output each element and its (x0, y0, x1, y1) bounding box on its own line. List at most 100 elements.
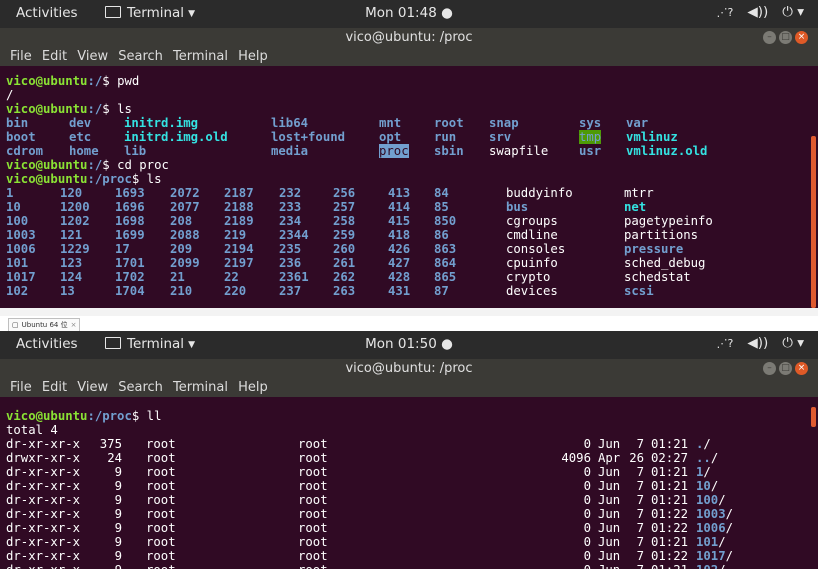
prompt-path: :/ (87, 102, 103, 116)
menu-view[interactable]: View (77, 380, 108, 395)
file-owner: root (146, 437, 176, 451)
prompt-path: :/ (87, 158, 103, 172)
file-name: 100/ (696, 493, 726, 507)
menu-file[interactable]: File (10, 49, 32, 64)
clock-label: Mon 01:48 (365, 5, 437, 21)
ls-entry: lib64 (271, 116, 309, 130)
link-count: 375 (99, 437, 122, 451)
file-permissions: dr-xr-xr-x (6, 437, 81, 451)
ls-entry: 2194 (224, 242, 254, 256)
ls-entry: 2361 (279, 270, 309, 284)
file-owner: root (146, 521, 176, 535)
terminal-output[interactable]: vico@ubuntu:/$ pwd / vico@ubuntu:/$ ls bin d… (0, 66, 818, 308)
file-permissions: dr-xr-xr-x (6, 535, 81, 549)
scrollbar[interactable] (811, 407, 816, 427)
ls-entry: 1003 (6, 228, 36, 242)
minimize-button[interactable]: – (763, 362, 776, 375)
prompt-user: vico@ubuntu (6, 158, 88, 172)
menu-terminal[interactable]: Terminal (173, 380, 228, 395)
file-month: Jun (598, 479, 621, 493)
link-count: 9 (92, 563, 122, 569)
ls-entry: 219 (224, 228, 247, 242)
menu-edit[interactable]: Edit (42, 380, 67, 395)
system-tray[interactable]: ⋰? ◀︎)) ⏻ ▾ (716, 4, 804, 20)
ls-entry: schedstat (624, 270, 691, 284)
file-name-base: . (696, 437, 704, 451)
close-button[interactable]: × (795, 362, 808, 375)
ls-entry: 86 (434, 228, 449, 242)
file-name-base: 100 (696, 493, 719, 507)
file-time: 01:22 (651, 549, 689, 563)
file-name-base: 1006 (696, 521, 726, 535)
network-icon: ⋰? (716, 5, 734, 19)
terminal-window-top: Activities Terminal ▼ Mon 01:48 ● ⋰? ◀︎))… (0, 0, 818, 308)
menu-help[interactable]: Help (238, 380, 268, 395)
shell-prompt: vico@ubuntu:/$ (6, 74, 117, 88)
maximize-button[interactable]: □ (779, 362, 792, 375)
command-text: ls (146, 172, 162, 186)
file-name-base: 101 (696, 535, 719, 549)
ls-entry: usr (579, 144, 602, 158)
prompt-symbol: $ (102, 158, 118, 172)
ls-entry: 123 (60, 256, 83, 270)
menu-file[interactable]: File (10, 380, 32, 395)
prompt-path: :/proc (87, 409, 132, 423)
menu-search[interactable]: Search (118, 49, 163, 64)
file-size: 4096 (561, 451, 591, 465)
link-count: 9 (114, 493, 122, 507)
file-name: ../ (696, 451, 719, 465)
file-group: root (298, 521, 328, 535)
clock[interactable]: Mon 01:48 ● (0, 5, 818, 21)
file-day: 7 (636, 437, 644, 451)
maximize-button[interactable]: □ (779, 31, 792, 44)
ls-entry: swapfile (489, 144, 549, 158)
file-size: 0 (583, 521, 591, 535)
ls-entry: 427 (388, 256, 411, 270)
ls-entry: 208 (170, 214, 193, 228)
ls-entry: sbin (434, 144, 464, 158)
ls-entry: snap (489, 116, 519, 130)
menu-help[interactable]: Help (238, 49, 268, 64)
clock[interactable]: Mon 01:50 ● (0, 336, 818, 352)
terminal-window-bottom: Activities Terminal ▼ Mon 01:50 ● ⋰? ◀︎))… (0, 331, 818, 569)
ls-entry: 263 (333, 284, 356, 298)
ls-entry: vmlinuz (626, 130, 678, 144)
menu-edit[interactable]: Edit (42, 49, 67, 64)
file-owner: root (146, 563, 176, 569)
terminal-line: vico@ubuntu:/$ ls (6, 102, 132, 116)
ls-entry: 1699 (115, 228, 145, 242)
scrollbar[interactable] (811, 136, 816, 308)
ls-entry: 2344 (279, 228, 309, 242)
ls-entry: 258 (333, 214, 356, 228)
window-title-label: vico@ubuntu: /proc (345, 361, 473, 376)
terminal-line: total 4 (6, 423, 58, 437)
ls-entry: vmlinuz.old (626, 144, 708, 158)
menu-terminal[interactable]: Terminal (173, 49, 228, 64)
link-count: 9 (114, 521, 122, 535)
prompt-symbol: $ (102, 102, 118, 116)
terminal-line: vico@ubuntu:/proc$ ls (6, 172, 161, 186)
close-button[interactable]: × (795, 31, 808, 44)
terminal-line: vico@ubuntu:/$ pwd (6, 74, 139, 88)
terminal-output[interactable]: vico@ubuntu:/proc$ ll total 4 dr-xr-xr-x 37… (0, 397, 818, 569)
file-group: root (298, 451, 328, 465)
window-controls: – □ × (763, 31, 808, 44)
close-tab-icon[interactable]: × (71, 319, 77, 331)
link-count: 9 (114, 549, 122, 563)
tab-strip (0, 308, 818, 316)
ls-entry: 1 (6, 186, 14, 200)
ls-entry: 87 (434, 284, 449, 298)
ls-entry: 2077 (170, 200, 200, 214)
minimize-button[interactable]: – (763, 31, 776, 44)
ls-entry: 233 (279, 200, 302, 214)
system-tray[interactable]: ⋰? ◀︎)) ⏻ ▾ (716, 335, 804, 351)
ls-entry: 232 (279, 186, 302, 200)
ls-entry: var (626, 116, 649, 130)
menu-search[interactable]: Search (118, 380, 163, 395)
ls-entry: mnt (379, 116, 402, 130)
file-group: root (298, 493, 328, 507)
file-group: root (298, 507, 328, 521)
ls-entry: 1696 (115, 200, 145, 214)
menu-view[interactable]: View (77, 49, 108, 64)
vm-tab[interactable]: ▢ Ubuntu 64 位 × (8, 318, 81, 332)
